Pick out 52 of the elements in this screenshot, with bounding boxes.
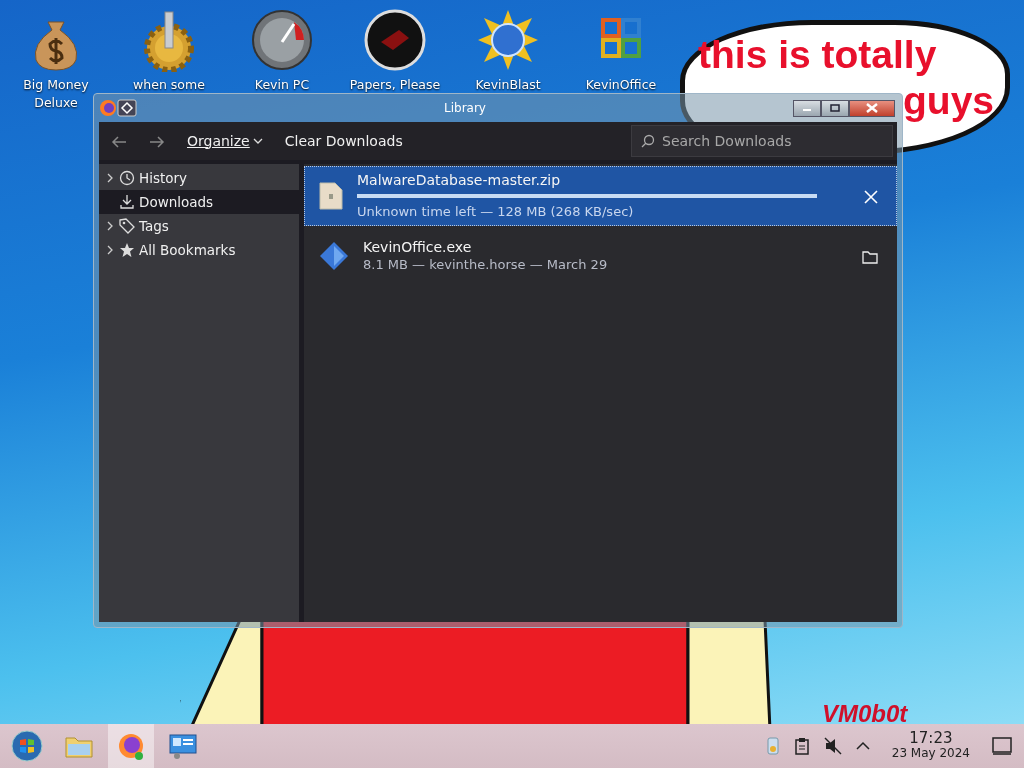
download-status: 8.1 MB — kevinthe.horse — March 29 [363, 256, 609, 274]
signature-text: VM0b0t [822, 702, 908, 724]
diamond-icon [319, 241, 349, 271]
desktop-icon-label[interactable]: KevinOffice [585, 76, 657, 94]
maximize-icon[interactable] [830, 104, 840, 112]
desktop-icon-label[interactable]: Kevin PC [254, 76, 310, 94]
folder-icon[interactable] [862, 249, 878, 264]
show-desktop-icon[interactable] [992, 737, 1012, 755]
disc-icon[interactable] [363, 8, 427, 72]
close-icon[interactable] [864, 189, 878, 204]
desktop-icon-label[interactable]: Papers, Please [349, 76, 441, 94]
sidebar-item[interactable]: Tags [99, 214, 299, 238]
clipboard-icon[interactable] [793, 737, 810, 755]
forward-arrow-icon[interactable] [149, 134, 165, 149]
bubble-text: guys [903, 78, 995, 124]
expand-chevron-icon[interactable] [105, 221, 115, 231]
clock-icon [119, 170, 135, 186]
browser-icon [99, 99, 117, 117]
organize-menu[interactable]: Organize [179, 126, 271, 156]
download-status: Unknown time left — 128 MB (268 KB/sec) [357, 203, 635, 221]
caret-icon[interactable] [252, 137, 263, 145]
clock[interactable]: 17:23 23 May 2024 [883, 731, 978, 761]
pin-icon[interactable] [117, 99, 137, 117]
file-name: KevinOffice.exe [363, 238, 473, 256]
clear-downloads-button[interactable]: Clear Downloads [276, 126, 411, 156]
search-field[interactable]: Search Downloads [631, 125, 893, 157]
sidebar-item[interactable]: All Bookmarks [99, 238, 299, 262]
desktop-icon-label[interactable]: when some [133, 76, 205, 94]
desktop-icon-label[interactable]: KevinBlast [475, 76, 541, 94]
muted-speaker-icon[interactable] [823, 737, 842, 755]
download-item[interactable]: KevinOffice.exe 8.1 MB — kevinthe.horse — March 29 [304, 226, 897, 286]
gauge-icon[interactable] [250, 8, 314, 72]
desktop-icon-label[interactable]: Big Money [23, 76, 89, 94]
expand-chevron-icon[interactable] [105, 173, 115, 183]
start-orb-icon [11, 730, 43, 762]
download-icon [119, 194, 135, 210]
close-icon[interactable] [866, 103, 878, 113]
expand-tray-icon[interactable] [855, 741, 870, 751]
sidebar-item[interactable]: History [99, 166, 299, 190]
window-title: Library [444, 100, 486, 117]
back-arrow-icon[interactable] [111, 134, 127, 149]
globe-icon[interactable] [476, 8, 540, 72]
file-name: MalwareDatabase-master.zip [357, 171, 562, 189]
tag-icon [119, 218, 135, 234]
desktop-icon-label[interactable]: Deluxe [34, 94, 78, 112]
download-item[interactable]: MalwareDatabase-master.zip Unknown time left — 128 MB (268 KB/sec) [304, 166, 897, 226]
file-icon [319, 182, 343, 210]
expand-chevron-icon[interactable] [105, 245, 115, 255]
taskbar-app[interactable] [108, 724, 154, 768]
sidebar-item[interactable]: Downloads [99, 190, 299, 214]
star-icon [119, 242, 135, 258]
bubble-text: this is totally [698, 32, 937, 78]
